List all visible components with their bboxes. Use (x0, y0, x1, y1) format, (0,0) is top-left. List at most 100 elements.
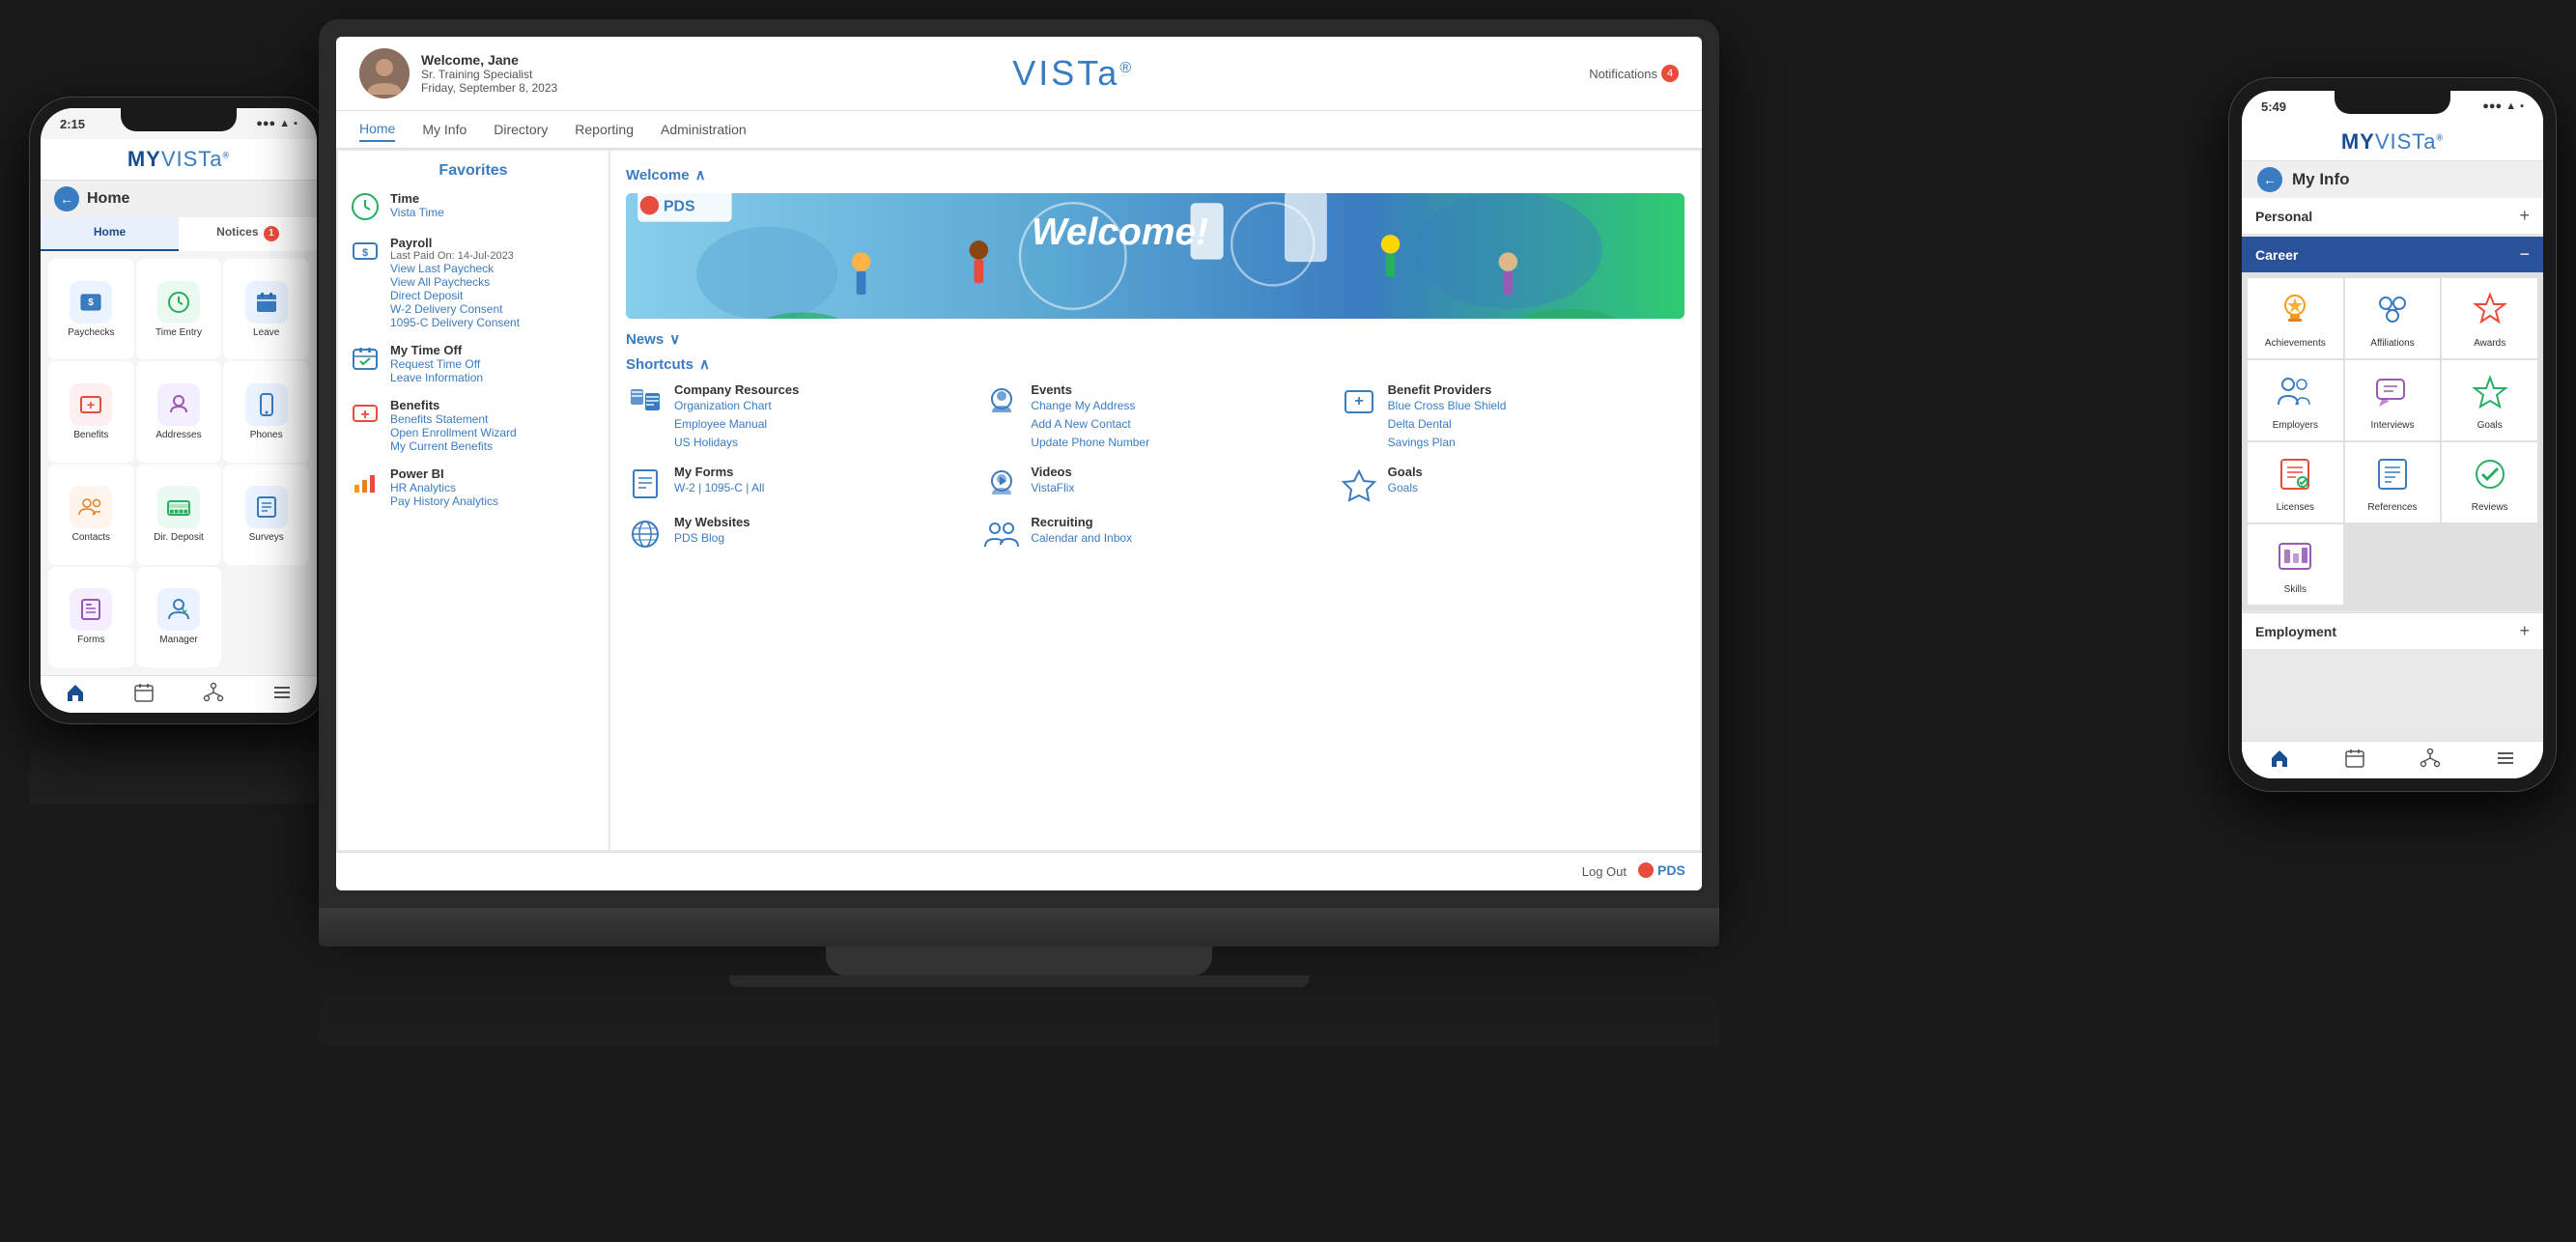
app-label-addresses: Addresses (156, 430, 201, 440)
laptop-base (319, 908, 1719, 946)
update-phone-link[interactable]: Update Phone Number (1031, 434, 1149, 452)
app-benefits[interactable]: + Benefits (48, 361, 134, 462)
w2-1095c-link[interactable]: W-2 | 1095-C | All (674, 479, 764, 497)
vista-time-link[interactable]: Vista Time (390, 206, 444, 219)
myinfo-content: Personal + Career − (2242, 198, 2543, 741)
hr-analytics-link[interactable]: HR Analytics (390, 481, 498, 494)
bottom-nav-home-left[interactable] (65, 682, 86, 703)
nav-home[interactable]: Home (359, 117, 395, 142)
bottom-nav-home-right[interactable] (2269, 748, 2290, 769)
employee-manual-link[interactable]: Employee Manual (674, 415, 799, 434)
events-content: Events Change My Address Add A New Conta… (1031, 382, 1149, 453)
org-chart-link[interactable]: Organization Chart (674, 397, 799, 415)
battery-icon-right: ▪ (2520, 100, 2524, 112)
view-all-paychecks-link[interactable]: View All Paychecks (390, 275, 520, 289)
app-time-entry[interactable]: Time Entry (136, 259, 222, 359)
app-addresses[interactable]: Addresses (136, 361, 222, 462)
app-forms[interactable]: Forms (48, 567, 134, 667)
career-references[interactable]: References (2345, 442, 2441, 522)
direct-deposit-link[interactable]: Direct Deposit (390, 289, 520, 302)
svg-text:$: $ (89, 297, 95, 308)
delta-dental-link[interactable]: Delta Dental (1388, 415, 1507, 434)
app-label-leave: Leave (253, 327, 279, 338)
sidebar-favorites-title: Favorites (350, 162, 597, 180)
bottom-nav-org-left[interactable] (203, 682, 224, 703)
benefits-statement-link[interactable]: Benefits Statement (390, 412, 517, 426)
app-label-manager: Manager (159, 635, 197, 645)
bottom-nav-menu-right[interactable] (2495, 748, 2516, 769)
welcome-banner: PDS Welcome! (626, 193, 1684, 319)
svg-text:■■■■: ■■■■ (169, 507, 187, 516)
add-contact-link[interactable]: Add A New Contact (1031, 415, 1149, 434)
phone-left: 2:15 ●●● ▲ ▪ MYVISTa® ← Home Home (29, 97, 328, 1111)
laptop-container: Welcome, Jane Sr. Training Specialist Fr… (319, 19, 1719, 1033)
career-licenses[interactable]: Licenses (2248, 442, 2343, 522)
career-achievements[interactable]: Achievements (2248, 278, 2343, 358)
nav-my-info[interactable]: My Info (422, 118, 467, 141)
nav-reporting[interactable]: Reporting (575, 118, 634, 141)
view-last-paycheck-link[interactable]: View Last Paycheck (390, 262, 520, 275)
savings-plan-link[interactable]: Savings Plan (1388, 434, 1507, 452)
1095c-delivery-link[interactable]: 1095-C Delivery Consent (390, 316, 520, 329)
back-button-left[interactable]: ← (54, 186, 79, 212)
employment-section-header[interactable]: Employment + (2242, 612, 2543, 649)
log-out-label[interactable]: Log Out (1582, 864, 1627, 879)
phones-svg (253, 391, 280, 418)
tab-home-left[interactable]: Home (41, 217, 179, 251)
career-skills[interactable]: Skills (2248, 524, 2343, 605)
welcome-label: Welcome (626, 167, 690, 183)
phone-notch-right (2335, 91, 2450, 114)
app-manager[interactable]: Manager (136, 567, 222, 667)
personal-section-header[interactable]: Personal + (2242, 198, 2543, 235)
career-awards[interactable]: Awards (2442, 278, 2537, 358)
app-phones[interactable]: Phones (223, 361, 309, 462)
nav-administration[interactable]: Administration (661, 118, 747, 141)
menu-nav-icon (271, 682, 293, 703)
goals-link[interactable]: Goals (1388, 479, 1423, 497)
app-label-paychecks: Paychecks (68, 327, 114, 338)
current-benefits-link[interactable]: My Current Benefits (390, 439, 517, 453)
phone-screen-right: 5:49 ●●● ▲ ▪ MYVISTa® ← My Info (2242, 91, 2543, 778)
logo-my-right: MY (2341, 129, 2375, 154)
bcbs-link[interactable]: Blue Cross Blue Shield (1388, 397, 1507, 415)
pds-blog-link[interactable]: PDS Blog (674, 529, 750, 548)
request-time-off-link[interactable]: Request Time Off (390, 357, 483, 371)
time-off-sidebar-icon (350, 343, 381, 374)
career-affiliations[interactable]: Affiliations (2345, 278, 2441, 358)
tab-notices-left[interactable]: Notices 1 (179, 217, 317, 251)
leave-info-link[interactable]: Leave Information (390, 371, 483, 384)
vistaflix-link[interactable]: VistaFlix (1031, 479, 1074, 497)
user-role: Sr. Training Specialist (421, 68, 557, 81)
notifications[interactable]: Notifications 4 (1589, 65, 1679, 82)
bottom-nav-schedule-right[interactable] (2344, 748, 2365, 769)
career-section-header[interactable]: Career − (2242, 237, 2543, 272)
welcome-banner-svg: PDS Welcome! (626, 193, 1684, 319)
references-label: References (2367, 502, 2417, 513)
career-employers[interactable]: Employers (2248, 360, 2343, 440)
change-address-link[interactable]: Change My Address (1031, 397, 1149, 415)
signal-icon-right: ●●● (2482, 100, 2502, 112)
career-goals[interactable]: Goals (2442, 360, 2537, 440)
w2-delivery-link[interactable]: W-2 Delivery Consent (390, 302, 520, 316)
bottom-nav-menu-left[interactable] (271, 682, 293, 703)
reviews-icon (2468, 452, 2512, 496)
pay-history-analytics-link[interactable]: Pay History Analytics (390, 494, 498, 508)
app-dir-deposit[interactable]: ■■■■ Dir. Deposit (136, 465, 222, 565)
bottom-nav-org-right[interactable] (2420, 748, 2441, 769)
my-forms-links: W-2 | 1095-C | All (674, 479, 764, 497)
calendar-inbox-link[interactable]: Calendar and Inbox (1031, 529, 1132, 548)
career-reviews[interactable]: Reviews (2442, 442, 2537, 522)
open-enrollment-link[interactable]: Open Enrollment Wizard (390, 426, 517, 439)
laptop-foot (729, 975, 1309, 987)
app-contacts[interactable]: Contacts (48, 465, 134, 565)
dir-deposit-svg: ■■■■ (165, 494, 192, 521)
bottom-nav-schedule-left[interactable] (133, 682, 155, 703)
benefit-providers-content: Benefit Providers Blue Cross Blue Shield… (1388, 382, 1507, 453)
app-surveys[interactable]: Surveys (223, 465, 309, 565)
app-leave[interactable]: Leave (223, 259, 309, 359)
back-button-right[interactable]: ← (2257, 167, 2282, 192)
nav-directory[interactable]: Directory (494, 118, 548, 141)
app-paychecks[interactable]: $ Paychecks (48, 259, 134, 359)
us-holidays-link[interactable]: US Holidays (674, 434, 799, 452)
career-interviews[interactable]: Interviews (2345, 360, 2441, 440)
